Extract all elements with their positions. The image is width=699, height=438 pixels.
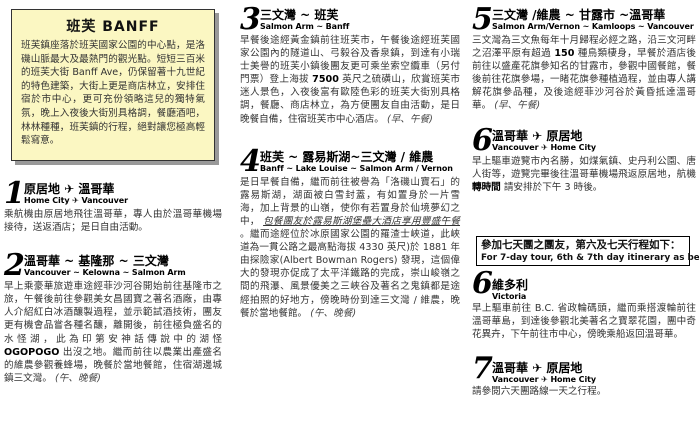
day-3-description: 早餐後途經黃金鎮前往班芙市，午餐後途經班芙國家公園內的隧道山、弓毅谷及香泉鎮，到…: [240, 34, 460, 126]
day-heading: 班芙 ~ 露易斯湖~三文灣 / 維農 Banff ~ Lake Louise ~…: [260, 148, 453, 174]
day-6-text-b: 請安排於下午 3 時後。: [503, 181, 603, 193]
day-title-en: Banff ~ Lake Louise ~ Salmon Arm / Verno…: [260, 163, 453, 173]
column-middle: 3 三文灣 ~ 班芙 Salmon Arm ~ Banff 早餐後途經黃金鎮前往…: [240, 0, 460, 320]
day-5-highlight: 150: [554, 48, 575, 60]
day-number: 6: [472, 266, 493, 301]
day-6-victoria: 6 維多利 Victoria: [472, 266, 696, 302]
day-heading: 三文灣 /維農 ~ 甘露市 ~溫哥華 Salmon Arm/Vernon ~ K…: [492, 6, 694, 32]
notice-en: For 7-day tour, 6th & 7th day itinerary …: [481, 253, 699, 263]
day-heading: 溫哥華 ✈ 原居地 Vancouver ✈ Home City: [492, 355, 596, 385]
day-7-description: 請參閱六天團路線一天之行程。: [472, 386, 607, 398]
column-right-extra: 6 維多利 Victoria 早上驅車前往 B.C. 省政輪碼頭，繼而乘搭渡輪前…: [472, 266, 696, 398]
day-2-description: 早上乘豪華旅遊車途經菲沙河谷開始前往基隆市之旅，午餐後前往參觀美女昌國寶之著名酒…: [4, 280, 222, 385]
day-title-zh: 維多利: [492, 278, 529, 292]
day-6-victoria-description: 早上驅車前往 B.C. 省政輪碼頭，繼而乘搭渡輪前往溫哥華島，到達後參觀北美著名…: [472, 303, 696, 341]
day-3: 3 三文灣 ~ 班芙 Salmon Arm ~ Banff: [240, 2, 460, 37]
day-title-en: Vancouver ~ Kelowna ~ Salmon Arm: [24, 268, 186, 278]
day-title-zh: 三文灣 /維農 ~ 甘露市 ~溫哥華: [492, 8, 666, 22]
day-title-en: Salmon Arm ~ Banff: [260, 22, 350, 31]
day-4-description: 是日早餐自備，繼而前往被譽為「洛磯山寶石」的露易斯湖，湖面被白雪封蓋，有如置身於…: [240, 176, 460, 320]
day-heading: 溫哥華 ✈ 原居地 Vancouver ✈ Home City: [492, 127, 596, 153]
day-number: 6: [472, 122, 493, 158]
day-number: 3: [240, 2, 261, 37]
day-6-highlight: 轉時間: [472, 181, 501, 193]
day-2-text-a: 早上乘豪華旅遊車途經菲沙河谷開始前往基隆市之旅，午餐後前往參觀美女昌國寶之著名酒…: [4, 281, 222, 345]
day-title-zh: 原居地 ✈ 溫哥華: [24, 182, 115, 196]
day-heading: 原居地 ✈ 溫哥華 Home City ✈ Vancouver: [24, 180, 128, 206]
day-number: 4: [240, 143, 261, 179]
day-title-zh: 溫哥華 ✈ 原居地: [492, 361, 583, 376]
day-heading: 溫哥華 ~ 基隆那 ~ 三文灣 Vancouver ~ Kelowna ~ Sa…: [24, 252, 186, 278]
day-title-zh: 三文灣 ~ 班芙: [260, 8, 339, 22]
day-6: 6 溫哥華 ✈ 原居地 Vancouver ✈ Home City: [472, 122, 696, 158]
day-title-en: Salmon Arm/Vernon ~ Kamloops ~ Vancouver: [492, 22, 694, 31]
day-4-meals: (午、晚餐): [310, 307, 357, 319]
day-2: 2 溫哥華 ~ 基隆那 ~ 三文灣 Vancouver ~ Kelowna ~ …: [4, 248, 222, 284]
day-title-zh: 溫哥華 ✈ 原居地: [492, 128, 583, 143]
day-4-underlined-lunch: 包餐團友於露易斯湖堡壘大酒店享用豐盛午餐: [263, 215, 461, 227]
day-5: 5 三文灣 /維農 ~ 甘露市 ~溫哥華 Salmon Arm/Vernon ~…: [472, 2, 696, 37]
day-7: 7 溫哥華 ✈ 原居地 Vancouver ✈ Home City: [472, 351, 696, 387]
notice-zh: 參加七天團之團友，第六及七天行程如下：: [481, 239, 681, 251]
day-3-highlight: 7500: [312, 74, 339, 86]
day-number: 7: [472, 351, 493, 387]
day-number: 2: [4, 248, 25, 284]
day-title-en: Vancouver ✈ Home City: [492, 142, 596, 152]
day-2-meals: (午、晚餐): [55, 372, 101, 384]
day-title-en: Victoria: [492, 292, 527, 301]
day-5-meals: (早、午餐): [494, 100, 541, 112]
day-number: 1: [4, 176, 25, 211]
day-3-meals: (早、午餐): [386, 113, 433, 125]
day-title-zh: 溫哥華 ~ 基隆那 ~ 三文灣: [24, 254, 169, 269]
column-right: 5 三文灣 /維農 ~ 甘露市 ~溫哥華 Salmon Arm/Vernon ~…: [472, 0, 696, 194]
day-number: 5: [472, 2, 493, 37]
day-1: 1 原居地 ✈ 溫哥華 Home City ✈ Vancouver: [4, 176, 222, 211]
day-title-zh: 班芙 ~ 露易斯湖~三文灣 / 維農: [260, 149, 434, 164]
day-title-en: Vancouver ✈ Home City: [492, 375, 596, 385]
day-5-description: 三文灣為三文魚每年十月歸程必經之路，沿三文河畔之沼澤平原有超過 150 種鳥類棲…: [472, 34, 696, 113]
column-left: 1 原居地 ✈ 溫哥華 Home City ✈ Vancouver 乘航機由原居…: [4, 0, 222, 385]
day-1-description: 乘航機由原居地飛往溫哥華，專人由於溫哥華機場接待，送返酒店；是日自由活動。: [4, 209, 222, 234]
day-heading: 三文灣 ~ 班芙 Salmon Arm ~ Banff: [260, 6, 349, 32]
seven-day-notice: 參加七天團之團友，第六及七天行程如下： For 7-day tour, 6th …: [476, 236, 699, 266]
day-heading: 維多利 Victoria: [492, 270, 528, 302]
day-4: 4 班芙 ~ 露易斯湖~三文灣 / 維農 Banff ~ Lake Louise…: [240, 143, 460, 179]
day-2-highlight: OGOPOGO: [4, 346, 60, 358]
day-title-en: Home City ✈ Vancouver: [24, 196, 128, 205]
day-4-text-b: 。繼而途經位於冰原國家公園的羅渣士峽道，此峽道為一貫公路之最高點海拔 4330 …: [240, 229, 460, 319]
day-6-text-a: 早上驅車遊覽市內名勝，如煤氣鎮、史丹利公園、唐人街等，遊覽完畢後往溫哥華機場飛返…: [472, 155, 696, 180]
day-6-description: 早上驅車遊覽市內名勝，如煤氣鎮、史丹利公園、唐人街等，遊覽完畢後往溫哥華機場飛返…: [472, 155, 696, 194]
